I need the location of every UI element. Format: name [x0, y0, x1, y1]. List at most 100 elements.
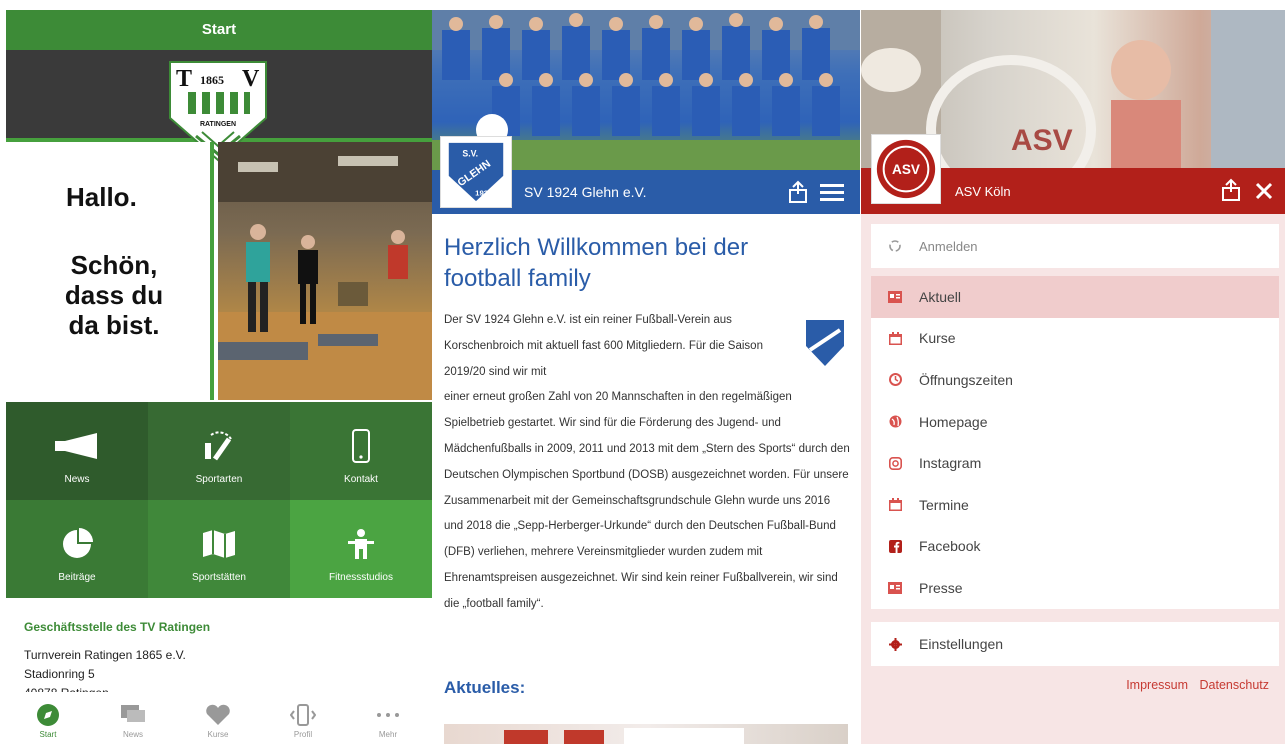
svg-text:S.V.: S.V.	[462, 148, 478, 158]
fitness-icon	[290, 524, 432, 564]
menu-item-instagram[interactable]: Instagram	[871, 442, 1279, 484]
news-thumbnail-illustration	[504, 728, 744, 744]
pie-chart-icon	[6, 524, 148, 564]
tv-ratingen-app: Start T 1865 V RATINGEN Hallo. Schön, da…	[6, 10, 432, 744]
menu-item-homepage[interactable]: Homepage	[871, 401, 1279, 443]
map-icon	[148, 524, 290, 564]
tab-label: Profil	[293, 730, 313, 739]
menu-item-aktuell[interactable]: Aktuell	[871, 276, 1279, 318]
tab-news[interactable]: News	[103, 702, 163, 739]
menu-item-presse[interactable]: Presse	[871, 567, 1279, 609]
club-header-band: T 1865 V RATINGEN	[6, 50, 432, 162]
globe-icon	[887, 414, 903, 430]
news-icon	[887, 580, 903, 596]
menu-label: Einstellungen	[919, 636, 1004, 652]
menu-item-kurse[interactable]: Kurse	[871, 318, 1279, 360]
svg-text:ASV: ASV	[1011, 124, 1073, 157]
close-icon[interactable]	[1255, 182, 1273, 200]
settings-card: Einstellungen	[871, 622, 1279, 666]
menu-label: Instagram	[919, 455, 982, 472]
article-body: Der SV 1924 Glehn e.V. ist ein reiner Fu…	[444, 308, 850, 618]
impressum-link[interactable]: Impressum	[1126, 678, 1188, 692]
menu-item-facebook[interactable]: Facebook	[871, 526, 1279, 568]
greeting-hello: Hallo.	[66, 182, 137, 212]
instagram-icon	[887, 455, 903, 471]
hamburger-menu-icon[interactable]	[820, 182, 844, 202]
welcome-article: Herzlich Willkommen bei der football fam…	[444, 232, 850, 618]
tab-label: Mehr	[378, 730, 398, 739]
calendar-icon	[887, 497, 903, 513]
greeting-welcome: Schön, dass du da bist.	[64, 250, 164, 340]
sv-glehn-small-crest	[806, 320, 844, 366]
asv-koeln-logo: ASV	[871, 134, 941, 204]
news-section-title: Aktuelles:	[444, 678, 526, 697]
svg-text:1865: 1865	[200, 73, 224, 87]
tile-beitraege[interactable]: Beiträge	[6, 500, 148, 598]
tile-sportarten[interactable]: Sportarten	[148, 402, 290, 500]
tile-label: Sportarten	[195, 474, 243, 485]
tile-kontakt[interactable]: Kontakt	[290, 402, 432, 500]
tile-label: Beiträge	[58, 572, 96, 583]
club-name: SV 1924 Glehn e.V.	[524, 184, 647, 200]
footer-links: Impressum Datenschutz	[1118, 678, 1269, 692]
article-heading: Herzlich Willkommen bei der football fam…	[444, 234, 749, 292]
main-menu: Aktuell Kurse Öffnungszeiten Homepage In…	[871, 276, 1279, 609]
share-icon[interactable]	[788, 180, 808, 204]
chat-icon	[103, 702, 163, 728]
megaphone-icon	[6, 426, 148, 466]
feature-tiles: News Sportarten Kontakt Beiträge Sportst…	[6, 402, 432, 598]
tab-start[interactable]: Start	[18, 702, 78, 739]
news-thumbnail[interactable]	[444, 724, 848, 744]
tile-label: Sportstätten	[192, 572, 246, 583]
gym-photo-illustration	[218, 142, 432, 400]
tab-profil[interactable]: Profil	[273, 702, 333, 739]
menu-item-termine[interactable]: Termine	[871, 484, 1279, 526]
article-paragraph-rest: einer erneut großen Zahl von 20 Mannscha…	[444, 391, 850, 610]
tab-label: News	[122, 730, 143, 739]
svg-text:T: T	[176, 66, 192, 92]
svg-text:RATINGEN: RATINGEN	[200, 121, 236, 128]
greeting-divider	[210, 142, 214, 400]
asv-koeln-app: ASV ASV Köln ASV Anmelden Aktuell Kurse …	[861, 10, 1285, 744]
svg-text:1924: 1924	[475, 188, 493, 197]
menu-label: Presse	[919, 579, 963, 596]
menu-item-einstellungen[interactable]: Einstellungen	[871, 622, 1279, 666]
login-card: Anmelden	[871, 224, 1279, 268]
compass-icon	[18, 702, 78, 728]
club-name: ASV Köln	[955, 184, 1011, 199]
bottom-tabbar: Start News Kurse Profil Mehr	[6, 692, 432, 744]
menu-label: Homepage	[919, 413, 988, 430]
facebook-icon	[887, 538, 903, 554]
svg-text:V: V	[242, 66, 260, 92]
welcome-hero: Hallo. Schön, dass du da bist.	[6, 142, 432, 400]
page-title: Start	[6, 10, 432, 50]
gym-photo	[218, 142, 432, 400]
login-button[interactable]: Anmelden	[871, 224, 1279, 268]
tab-kurse[interactable]: Kurse	[188, 702, 248, 739]
datenschutz-link[interactable]: Datenschutz	[1200, 678, 1269, 692]
clock-icon	[887, 372, 903, 388]
office-street: Stadionring 5	[24, 667, 95, 681]
tile-label: News	[64, 474, 90, 485]
sport-icon	[148, 426, 290, 466]
menu-label: Öffnungszeiten	[919, 371, 1013, 388]
more-icon	[358, 702, 418, 728]
menu-item-oeffnungszeiten[interactable]: Öffnungszeiten	[871, 359, 1279, 401]
tab-mehr[interactable]: Mehr	[358, 702, 418, 739]
tile-label: Fitnessstudios	[329, 572, 393, 583]
article-paragraph-intro: Der SV 1924 Glehn e.V. ist ein reiner Fu…	[444, 314, 763, 378]
office-name: Turnverein Ratingen 1865 e.V.	[24, 648, 186, 662]
tile-sportstaetten[interactable]: Sportstätten	[148, 500, 290, 598]
share-icon[interactable]	[1221, 178, 1241, 202]
sv-glehn-app: SV 1924 Glehn e.V. S.V. GLEHN 1924 Herzl…	[432, 10, 860, 744]
tab-label: Start	[39, 730, 57, 739]
tile-news[interactable]: News	[6, 402, 148, 500]
office-info: Geschäftsstelle des TV Ratingen Turnvere…	[24, 620, 424, 703]
tab-label: Kurse	[207, 730, 229, 739]
tile-fitnessstudios[interactable]: Fitnessstudios	[290, 500, 432, 598]
menu-label: Kurse	[919, 330, 956, 347]
menu-label: Facebook	[919, 538, 981, 555]
office-heading: Geschäftsstelle des TV Ratingen	[24, 620, 211, 634]
news-icon	[887, 289, 903, 305]
gear-icon	[887, 636, 903, 652]
